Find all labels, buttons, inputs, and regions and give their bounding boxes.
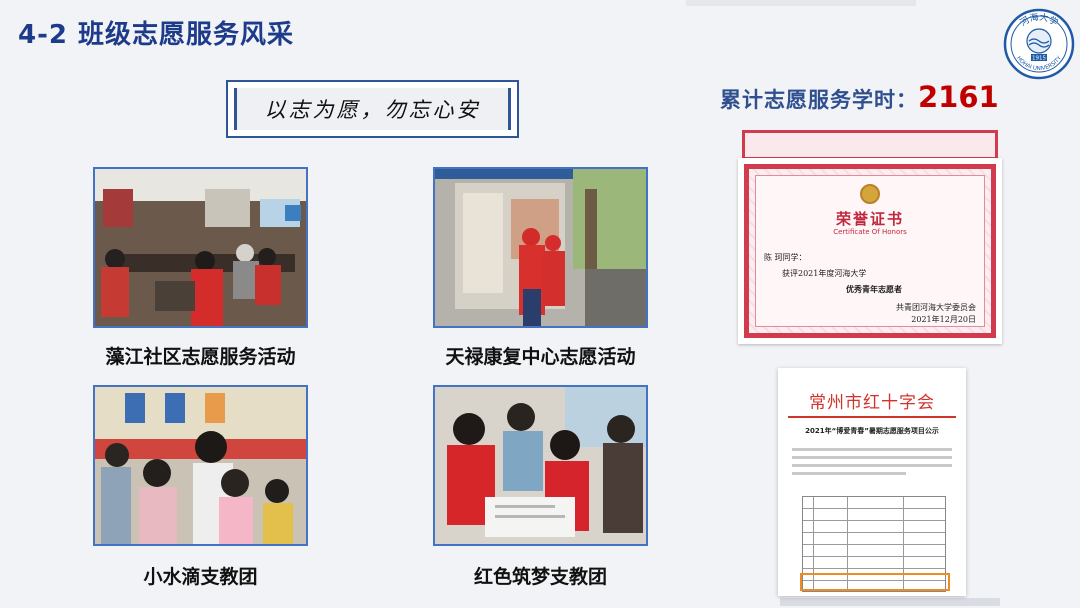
caption-water-drop-team: 小水滴支教团 xyxy=(143,566,258,588)
certificate-recipient: 陈 珂同学： xyxy=(764,253,807,262)
certificate-emblem-icon xyxy=(860,184,880,204)
certificate-frame: 荣誉证书 Certificate Of Honors 陈 珂同学： 获评2021… xyxy=(744,164,996,338)
certificate-back-sheet xyxy=(742,130,998,160)
photo-water-drop-team xyxy=(93,385,308,546)
caption-red-dream-team: 红色筑梦支教团 xyxy=(473,566,607,588)
notice-subtitle: 2021年“博爱青春”暑期志愿服务项目公示 xyxy=(805,427,939,435)
red-cross-notice: 常州市红十字会 2021年“博爱青春”暑期志愿服务项目公示 xyxy=(778,368,966,596)
volunteer-hours-stat: 累计志愿服务学时： 2161 xyxy=(720,80,1010,120)
certificate-line-2: 优秀青年志愿者 xyxy=(846,284,902,294)
notice-divider xyxy=(788,416,956,418)
bottom-decor-strip xyxy=(780,598,1000,606)
volunteer-hours-label: 累计志愿服务学时： xyxy=(720,88,918,112)
certificate-date: 2021年12月20日 xyxy=(911,315,976,324)
photo-community-scene xyxy=(95,169,306,326)
top-decor-strip xyxy=(686,0,916,6)
notice-header: 常州市红十字会 xyxy=(809,393,935,413)
photo-water-drop-scene xyxy=(95,387,306,544)
photo-red-dream-team xyxy=(433,385,648,546)
photo-rehab-scene xyxy=(435,169,646,326)
photo-rehab-center xyxy=(433,167,648,328)
volunteer-hours-value: 2161 xyxy=(918,80,999,114)
motto-box: 以志为愿，勿忘心安 xyxy=(226,80,519,138)
slide-title: 4-2 班级志愿服务风采 xyxy=(18,20,295,50)
notice-text-line xyxy=(792,464,952,467)
certificate-issuer: 共青团河海大学委员会 xyxy=(896,303,976,312)
caption-community-service: 藻江社区志愿服务活动 xyxy=(105,346,296,368)
certificate-title: 荣誉证书 xyxy=(835,210,904,228)
notice-highlight-box xyxy=(800,573,950,591)
photo-red-dream-scene xyxy=(435,387,646,544)
notice-text-line xyxy=(792,448,952,451)
notice-text-line xyxy=(792,472,906,475)
certificate-inner: 荣誉证书 Certificate Of Honors 陈 珂同学： 获评2021… xyxy=(755,175,985,327)
logo-year-text: 1915 xyxy=(1032,56,1046,62)
university-logo: 河海大学 HOHAI UNIVERSITY 1915 xyxy=(1003,8,1075,80)
photo-community-service xyxy=(93,167,308,328)
certificate-subtitle: Certificate Of Honors xyxy=(833,228,907,236)
motto-text: 以志为愿，勿忘心安 xyxy=(234,88,511,130)
certificate-line-1: 获评2021年度河海大学 xyxy=(782,269,867,278)
notice-text-line xyxy=(792,456,952,459)
caption-rehab-center: 天禄康复中心志愿活动 xyxy=(445,346,636,368)
honor-certificate: 荣誉证书 Certificate Of Honors 陈 珂同学： 获评2021… xyxy=(738,158,1002,344)
